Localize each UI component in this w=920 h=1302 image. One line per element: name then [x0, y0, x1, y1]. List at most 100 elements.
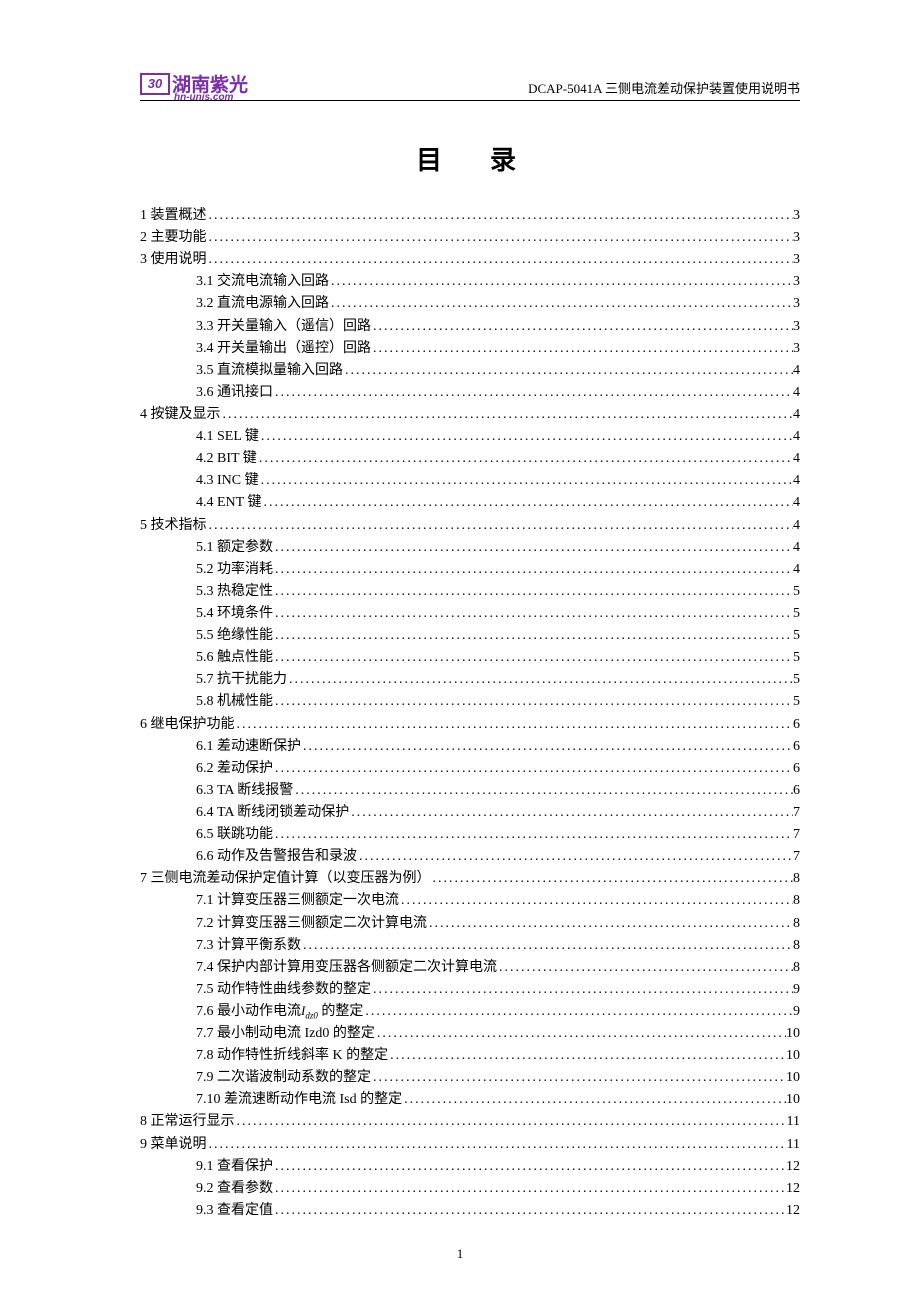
- toc-entry-number: 9.2: [196, 1181, 214, 1196]
- content-area: 目录 1 装置概述32 主要功能33 使用说明33.1 交流电流输入回路33.2…: [140, 140, 800, 1222]
- toc-entry: 7.4 保护内部计算用变压器各侧额定二次计算电流8: [140, 957, 800, 979]
- toc-entry-text: 技术指标: [151, 518, 207, 533]
- toc-entry: 4.1 SEL 键4: [140, 426, 800, 448]
- toc-entry-number: 2: [140, 230, 147, 245]
- toc-entry-label: 7.1 计算变压器三侧额定一次电流: [196, 890, 399, 912]
- toc-entry-text: 主要功能: [151, 230, 207, 245]
- toc-entry-text: 联跳功能: [217, 827, 273, 842]
- toc-entry-text: 使用说明: [151, 252, 207, 267]
- toc-entry-page: 4: [793, 537, 800, 559]
- toc-entry-number: 6.6: [196, 849, 214, 864]
- toc-entry: 3.5 直流模拟量输入回路4: [140, 360, 800, 382]
- toc-entry-text: 热稳定性: [217, 584, 273, 599]
- toc-entry-text: 正常运行显示: [151, 1114, 235, 1129]
- toc-leader-dots: [273, 1178, 786, 1200]
- toc-entry: 3.6 通讯接口4: [140, 382, 800, 404]
- toc-leader-dots: [273, 1200, 786, 1222]
- toc-entry-text: 开关量输入（遥信）回路: [217, 319, 371, 334]
- toc-entry-text: 三侧电流差动保护定值计算（以变压器为例）: [151, 871, 431, 886]
- toc-entry-text: 最小动作电流: [217, 1004, 301, 1019]
- toc-entry-page: 12: [786, 1178, 800, 1200]
- toc-leader-dots: [273, 691, 793, 713]
- toc-entry-text: 查看保护: [217, 1159, 273, 1174]
- toc-leader-dots: [273, 382, 793, 404]
- toc-entry-label: 4.4 ENT 键: [196, 492, 261, 514]
- toc-entry-label: 7.5 动作特性曲线参数的整定: [196, 979, 371, 1001]
- toc-entry-text: 计算平衡系数: [217, 938, 301, 953]
- toc-entry-label: 7 三侧电流差动保护定值计算（以变压器为例）: [140, 868, 431, 890]
- toc-entry-page: 7: [793, 802, 800, 824]
- toc-entry-number: 6.2: [196, 761, 214, 776]
- toc-entry-label: 7.4 保护内部计算用变压器各侧额定二次计算电流: [196, 957, 497, 979]
- toc-entry-label: 3.6 通讯接口: [196, 382, 273, 404]
- toc-entry-text: 交流电流输入回路: [217, 274, 329, 289]
- toc-entry-label: 9.2 查看参数: [196, 1178, 273, 1200]
- toc-entry-page: 10: [786, 1089, 800, 1111]
- toc-entry-page: 10: [786, 1023, 800, 1045]
- toc-entry-page: 4: [793, 515, 800, 537]
- toc-entry-text: 差动速断保护: [217, 739, 301, 754]
- toc-entry-page: 7: [793, 824, 800, 846]
- toc-entry-label: 3.4 开关量输出（遥控）回路: [196, 338, 371, 360]
- toc-entry: 7.2 计算变压器三侧额定二次计算电流8: [140, 913, 800, 935]
- toc-entry-page: 10: [786, 1045, 800, 1067]
- toc-entry-page: 3: [793, 316, 800, 338]
- toc-entry: 1 装置概述3: [140, 205, 800, 227]
- toc-entry-page: 3: [793, 205, 800, 227]
- toc-entry-text: 最小制动电流 Izd0 的整定: [217, 1026, 375, 1041]
- toc-entry-label: 5.3 热稳定性: [196, 581, 273, 603]
- toc-leader-dots: [257, 448, 793, 470]
- toc-entry-page: 11: [787, 1134, 800, 1156]
- logo-url: hn-unis.com: [174, 92, 233, 103]
- toc-leader-dots: [357, 846, 793, 868]
- toc-entry: 6.6 动作及告警报告和录波7: [140, 846, 800, 868]
- toc-entry: 4 按键及显示4: [140, 404, 800, 426]
- toc-entry-text: ENT 键: [217, 495, 261, 510]
- toc-entry-label: 7.10 差流速断动作电流 Isd 的整定: [196, 1089, 402, 1111]
- toc-entry: 9.2 查看参数 12: [140, 1178, 800, 1200]
- toc-entry: 3.4 开关量输出（遥控）回路3: [140, 338, 800, 360]
- toc-entry-number: 8: [140, 1114, 147, 1129]
- toc-entry-text: 通讯接口: [217, 385, 273, 400]
- toc-entry-label: 8 正常运行显示: [140, 1111, 235, 1133]
- toc-entry-text: 动作特性曲线参数的整定: [217, 982, 371, 997]
- toc-entry-number: 4: [140, 407, 147, 422]
- toc-entry-number: 5.3: [196, 584, 214, 599]
- toc-leader-dots: [273, 537, 793, 559]
- toc-entry-text: 计算变压器三侧额定二次计算电流: [217, 916, 427, 931]
- toc-entry: 6 继电保护功能6: [140, 714, 800, 736]
- toc-entry-number: 7.4: [196, 960, 214, 975]
- toc-entry-label: 5.6 触点性能: [196, 647, 273, 669]
- toc-entry-text: 装置概述: [151, 208, 207, 223]
- toc-entry-page: 4: [793, 448, 800, 470]
- toc-leader-dots: [497, 957, 793, 979]
- toc-leader-dots: [388, 1045, 786, 1067]
- toc-entry-number: 3.5: [196, 363, 214, 378]
- page-number: 1: [0, 1246, 920, 1262]
- toc-leader-dots: [259, 470, 793, 492]
- toc-entry-page: 12: [786, 1200, 800, 1222]
- toc-entry-number: 3.2: [196, 296, 214, 311]
- toc-entry-page: 4: [793, 559, 800, 581]
- toc-entry-number: 7.2: [196, 916, 214, 931]
- toc-entry: 9 菜单说明 11: [140, 1134, 800, 1156]
- toc-entry-page: 8: [793, 868, 800, 890]
- toc-entry-number: 7.3: [196, 938, 214, 953]
- toc-list: 1 装置概述32 主要功能33 使用说明33.1 交流电流输入回路33.2 直流…: [140, 205, 800, 1222]
- toc-entry-label: 6.5 联跳功能: [196, 824, 273, 846]
- toc-entry-number: 3.6: [196, 385, 214, 400]
- toc-entry-label: 5.8 机械性能: [196, 691, 273, 713]
- toc-leader-dots: [273, 647, 793, 669]
- toc-entry: 7.1 计算变压器三侧额定一次电流8: [140, 890, 800, 912]
- toc-entry-label: 7.9 二次谐波制动系数的整定: [196, 1067, 371, 1089]
- toc-entry-label: 9 菜单说明: [140, 1134, 207, 1156]
- toc-entry-page: 5: [793, 691, 800, 713]
- toc-entry: 5.1 额定参数4: [140, 537, 800, 559]
- toc-entry-page: 4: [793, 426, 800, 448]
- toc-entry-label: 6.3 TA 断线报警: [196, 780, 293, 802]
- toc-entry: 5.8 机械性能 5: [140, 691, 800, 713]
- toc-entry: 6.5 联跳功能 7: [140, 824, 800, 846]
- toc-leader-dots: [371, 1067, 786, 1089]
- toc-entry-number: 5: [140, 518, 147, 533]
- toc-entry-number: 7.9: [196, 1070, 214, 1085]
